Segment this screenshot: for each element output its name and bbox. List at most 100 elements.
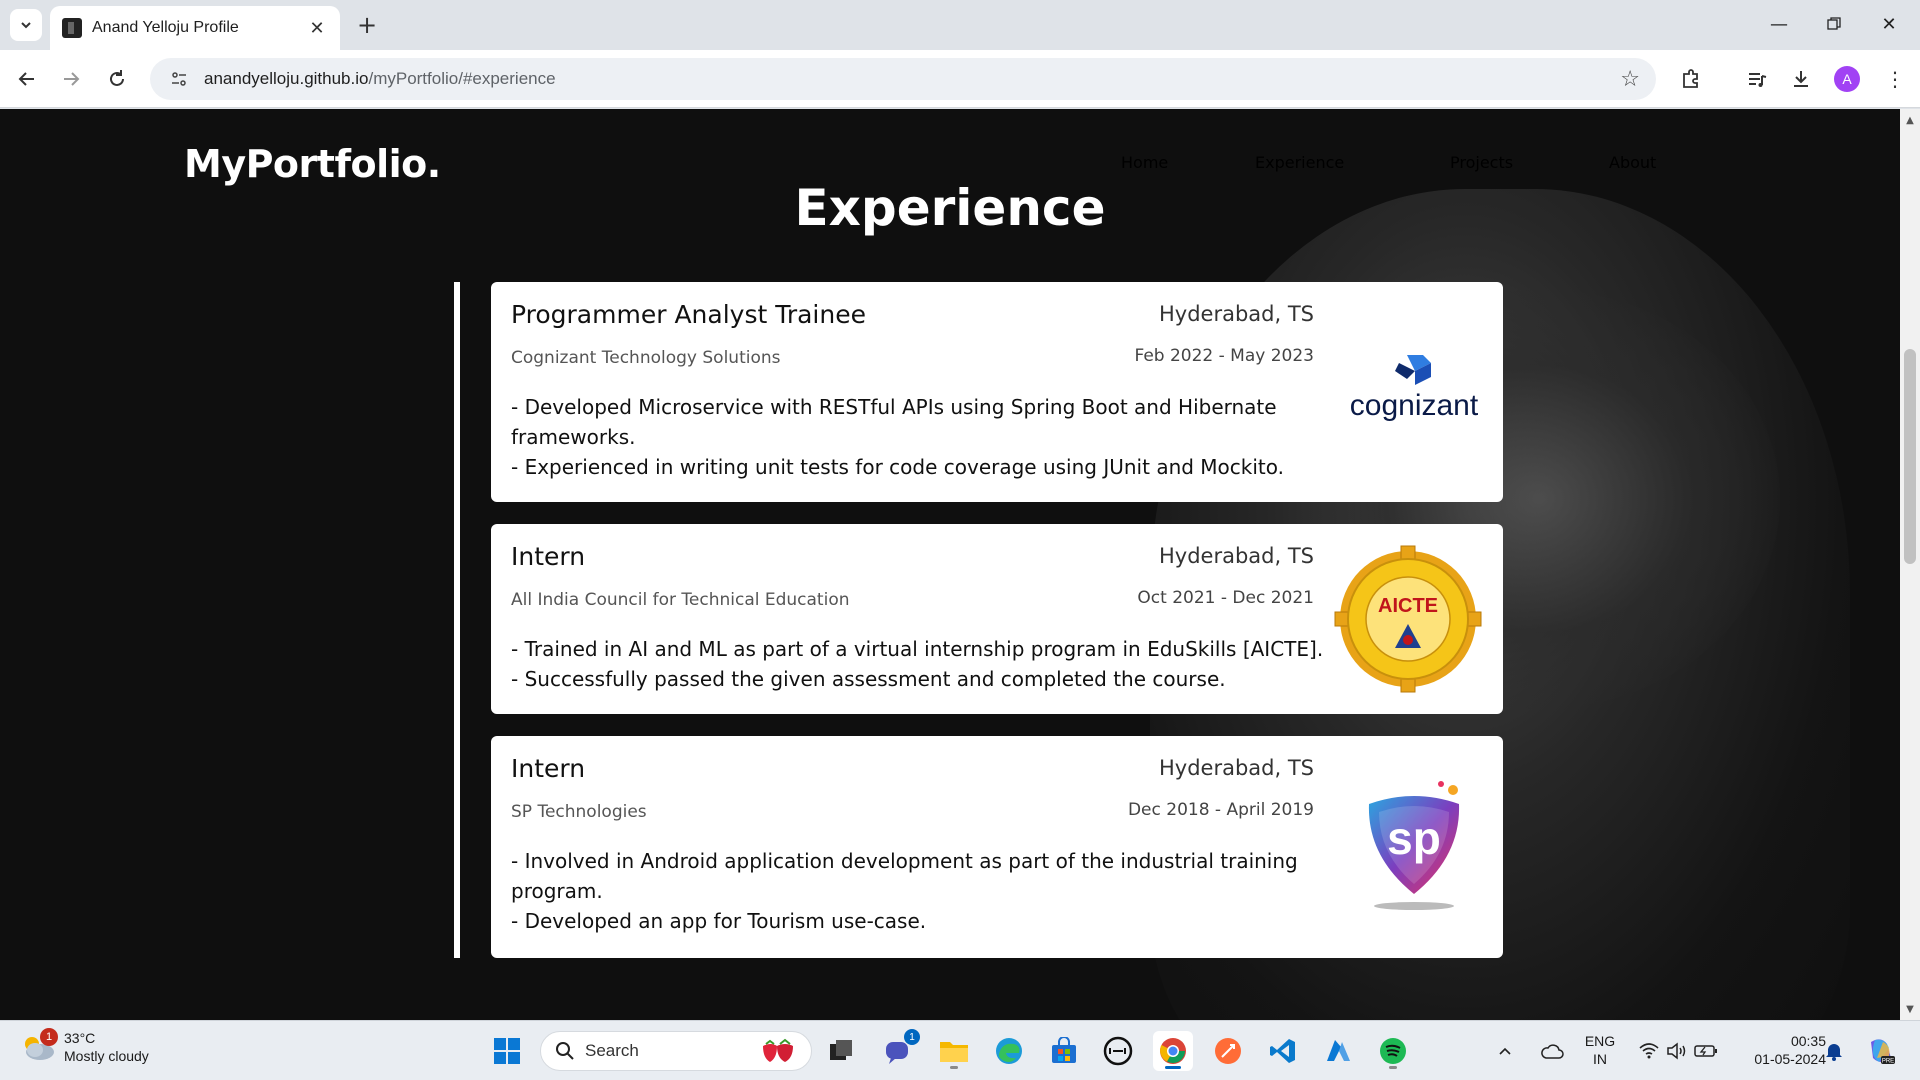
edge-browser-app[interactable] bbox=[989, 1031, 1029, 1071]
cloud-icon: 1 bbox=[20, 1028, 58, 1062]
postman-app[interactable] bbox=[1208, 1031, 1248, 1071]
show-hidden-icons-button[interactable] bbox=[1492, 1031, 1518, 1071]
page-scrollbar[interactable]: ▲ ▼ bbox=[1900, 109, 1920, 1020]
experience-card: Programmer Analyst Trainee Hyderabad, TS… bbox=[491, 282, 1503, 502]
description-line: - Developed an app for Tourism use-case. bbox=[511, 909, 927, 933]
task-view-button[interactable] bbox=[821, 1031, 861, 1071]
strawberry-icon bbox=[757, 1038, 799, 1068]
copilot-icon: PRE bbox=[1871, 1039, 1895, 1065]
description-line: - Successfully passed the given assessme… bbox=[511, 667, 1226, 691]
tab-search-button[interactable] bbox=[10, 9, 42, 41]
arrow-right-icon bbox=[64, 72, 80, 86]
minimize-button[interactable]: — bbox=[1756, 8, 1802, 40]
browser-toolbar: anandyelloju.github.io/myPortfolio/#expe… bbox=[0, 50, 1920, 108]
nav-link-projects[interactable]: Projects bbox=[1450, 153, 1513, 172]
quick-settings-button[interactable] bbox=[1628, 1031, 1728, 1071]
experience-company: All India Council for Technical Educatio… bbox=[511, 590, 850, 610]
restore-button[interactable] bbox=[1811, 8, 1857, 40]
store-icon bbox=[1052, 1037, 1076, 1063]
scroll-down-arrow-icon[interactable]: ▼ bbox=[1900, 1000, 1920, 1018]
experience-description: - Involved in Android application develo… bbox=[511, 846, 1311, 936]
weather-widget[interactable]: 1 33°C Mostly cloudy bbox=[20, 1028, 149, 1065]
dell-app[interactable] bbox=[1098, 1031, 1138, 1071]
timeline-line bbox=[454, 282, 460, 958]
bell-icon bbox=[1826, 1044, 1842, 1061]
azure-app[interactable] bbox=[1318, 1031, 1358, 1071]
running-indicator bbox=[1389, 1066, 1397, 1069]
task-view-icon bbox=[830, 1040, 852, 1060]
cognizant-logo: cognizant bbox=[1339, 317, 1489, 467]
experience-role: Programmer Analyst Trainee bbox=[511, 300, 866, 329]
wifi-icon bbox=[1639, 1043, 1659, 1059]
chat-notification-badge: 1 bbox=[904, 1029, 920, 1045]
experience-company: Cognizant Technology Solutions bbox=[511, 348, 781, 368]
profile-avatar[interactable]: A bbox=[1834, 66, 1860, 92]
site-favicon-icon bbox=[62, 18, 82, 38]
close-window-button[interactable]: ✕ bbox=[1866, 8, 1912, 40]
copilot-button[interactable]: PRE bbox=[1860, 1031, 1902, 1071]
chrome-app[interactable] bbox=[1153, 1031, 1193, 1071]
new-tab-button[interactable]: + bbox=[352, 10, 382, 40]
taskbar-search[interactable]: Search bbox=[540, 1031, 812, 1071]
aicte-logo-text: AICTE bbox=[1378, 595, 1438, 617]
sp-technologies-logo: sp bbox=[1339, 771, 1489, 921]
nav-link-home[interactable]: Home bbox=[1121, 153, 1168, 172]
reload-icon bbox=[110, 70, 124, 86]
experience-dates: Dec 2018 - April 2019 bbox=[1127, 800, 1314, 820]
reload-button[interactable] bbox=[100, 62, 134, 96]
vscode-app[interactable] bbox=[1263, 1031, 1303, 1071]
clock[interactable]: 00:35 01-05-2024 bbox=[1736, 1032, 1826, 1068]
windows-taskbar: 1 33°C Mostly cloudy Search 1 ENG IN 00:… bbox=[0, 1020, 1920, 1080]
browser-tab-active[interactable]: Anand Yelloju Profile ✕ bbox=[50, 6, 340, 50]
teams-chat-app[interactable]: 1 bbox=[878, 1029, 920, 1071]
active-indicator bbox=[1165, 1066, 1181, 1069]
description-line: - Trained in AI and ML as part of a virt… bbox=[511, 637, 1324, 661]
arrow-left-icon bbox=[18, 72, 34, 86]
clock-date: 01-05-2024 bbox=[1754, 1051, 1826, 1067]
url-text: anandyelloju.github.io/myPortfolio/#expe… bbox=[204, 69, 556, 89]
nav-link-experience[interactable]: Experience bbox=[1255, 153, 1344, 172]
running-indicator bbox=[950, 1066, 958, 1069]
experience-location: Hyderabad, TS bbox=[1158, 544, 1314, 568]
menu-kebab-icon[interactable]: ⋮ bbox=[1880, 64, 1910, 94]
experience-dates: Feb 2022 - May 2023 bbox=[1134, 346, 1314, 366]
scrollbar-thumb[interactable] bbox=[1904, 349, 1916, 564]
microsoft-store-app[interactable] bbox=[1044, 1031, 1084, 1071]
experience-dates: Oct 2021 - Dec 2021 bbox=[1137, 588, 1314, 608]
dell-icon bbox=[1103, 1036, 1133, 1066]
restore-icon bbox=[1827, 17, 1841, 30]
chevron-up-icon bbox=[1499, 1047, 1511, 1055]
aicte-logo: AICTE bbox=[1333, 544, 1483, 694]
file-explorer-app[interactable] bbox=[934, 1031, 974, 1071]
folder-icon bbox=[940, 1042, 968, 1062]
url-path: /myPortfolio/#experience bbox=[368, 69, 556, 88]
onedrive-button[interactable] bbox=[1536, 1031, 1568, 1071]
site-info-icon[interactable] bbox=[168, 68, 190, 90]
back-button[interactable] bbox=[10, 62, 44, 96]
experience-role: Intern bbox=[511, 542, 586, 571]
spotify-app[interactable] bbox=[1373, 1031, 1413, 1071]
nav-link-about[interactable]: About bbox=[1609, 153, 1656, 172]
forward-button[interactable] bbox=[54, 62, 88, 96]
weather-description: Mostly cloudy bbox=[64, 1048, 149, 1064]
language-code: ENG bbox=[1584, 1033, 1616, 1049]
weather-text: 33°C Mostly cloudy bbox=[64, 1029, 149, 1065]
experience-company: SP Technologies bbox=[511, 802, 647, 822]
description-line: - Involved in Android application develo… bbox=[511, 849, 1298, 903]
start-button[interactable] bbox=[487, 1031, 527, 1071]
extensions-icon[interactable] bbox=[1676, 64, 1706, 94]
description-line: - Experienced in writing unit tests for … bbox=[511, 455, 1285, 479]
scroll-up-arrow-icon[interactable]: ▲ bbox=[1900, 111, 1920, 129]
description-line: - Developed Microservice with RESTful AP… bbox=[511, 395, 1277, 449]
download-icon[interactable] bbox=[1786, 64, 1816, 94]
language-indicator[interactable]: ENG IN bbox=[1580, 1032, 1620, 1068]
address-bar[interactable]: anandyelloju.github.io/myPortfolio/#expe… bbox=[150, 58, 1656, 100]
volume-icon bbox=[1667, 1042, 1686, 1060]
edge-icon bbox=[996, 1038, 1022, 1064]
experience-card: Intern Hyderabad, TS SP Technologies Dec… bbox=[491, 736, 1503, 958]
sp-logo-text: sp bbox=[1387, 812, 1441, 864]
close-tab-icon[interactable]: ✕ bbox=[306, 18, 328, 39]
notifications-button[interactable] bbox=[1816, 1031, 1852, 1071]
media-control-icon[interactable] bbox=[1742, 64, 1772, 94]
bookmark-star-icon[interactable]: ☆ bbox=[1620, 67, 1640, 92]
